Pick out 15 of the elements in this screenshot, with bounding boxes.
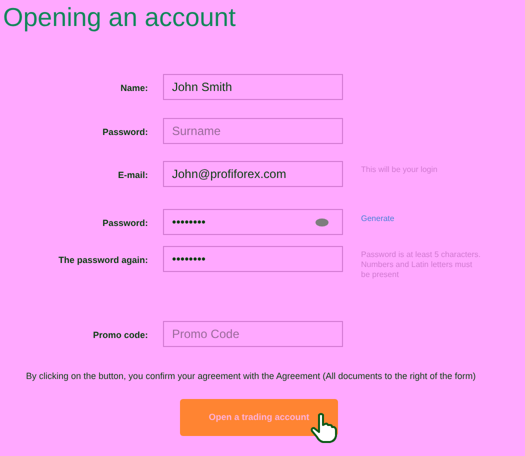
field-label: Promo code: (92, 329, 148, 342)
input-field[interactable]: John Smith (163, 74, 343, 100)
input-field[interactable]: •••••••• (163, 209, 343, 235)
input-field[interactable]: Promo Code (163, 321, 343, 347)
agreement-text: By clicking on the button, you confirm your agreement with the Agreement (All documents to the right of the form) (26, 371, 477, 382)
page-title: Opening an account (3, 4, 236, 30)
field-label: Name: (120, 82, 148, 95)
hand-cursor-icon (310, 413, 338, 443)
input-field[interactable]: •••••••• (163, 246, 343, 272)
field-label: E-mail: (118, 169, 148, 182)
field-label: Password: (102, 217, 148, 230)
field-label: Password: (102, 126, 148, 139)
input-field[interactable]: John@profiforex.com (163, 161, 343, 187)
input-field[interactable]: Surname (163, 118, 343, 144)
field-label: The password again: (58, 254, 148, 267)
